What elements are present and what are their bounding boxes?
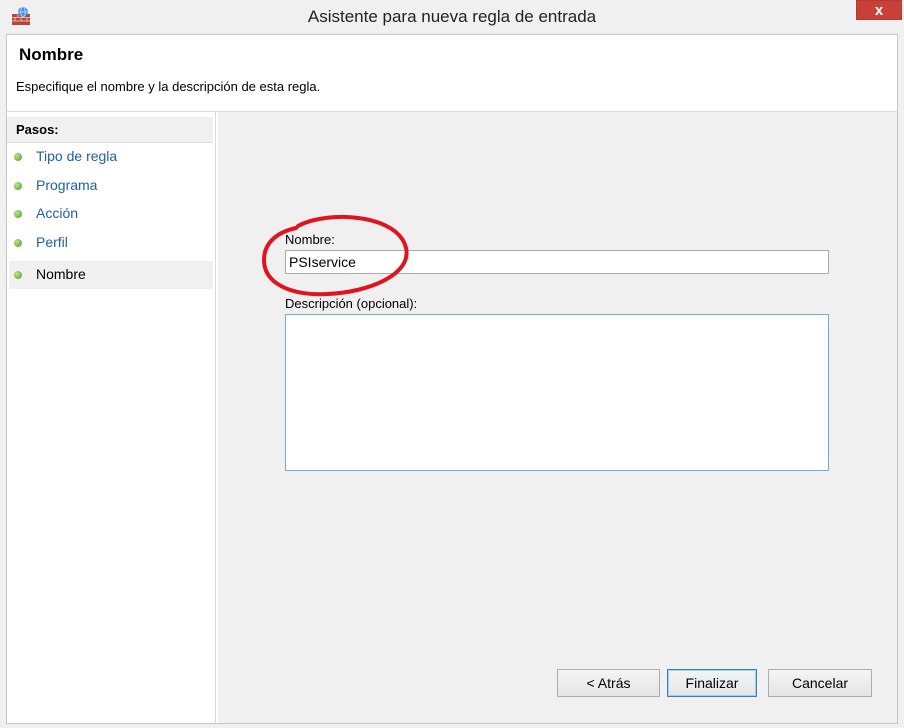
- page-header: Nombre Especifique el nombre y la descri…: [7, 35, 897, 112]
- green-dot-icon: [14, 153, 22, 161]
- step-nombre[interactable]: Nombre: [9, 261, 213, 289]
- steps-sidebar: Pasos: Tipo de regla Programa Acción Per…: [7, 112, 216, 723]
- green-dot-icon: [14, 182, 22, 190]
- step-label: Acción: [36, 205, 79, 221]
- finish-button[interactable]: Finalizar: [667, 669, 757, 697]
- name-label: Nombre:: [285, 232, 335, 247]
- title-bar: Asistente para nueva regla de entrada x: [0, 0, 904, 34]
- cancel-button[interactable]: Cancelar: [768, 669, 872, 697]
- close-button[interactable]: x: [856, 0, 902, 20]
- step-perfil[interactable]: Perfil: [9, 229, 213, 257]
- green-dot-icon: [14, 271, 22, 279]
- steps-title: Pasos:: [7, 117, 213, 143]
- step-tipo-de-regla[interactable]: Tipo de regla: [9, 143, 213, 171]
- step-programa[interactable]: Programa: [9, 172, 213, 200]
- close-icon: x: [874, 2, 884, 19]
- green-dot-icon: [14, 239, 22, 247]
- step-label: Perfil: [36, 234, 68, 250]
- page-description: Especifique el nombre y la descripción d…: [16, 79, 321, 94]
- step-accion[interactable]: Acción: [9, 200, 213, 228]
- name-input[interactable]: [285, 250, 829, 274]
- page-title: Nombre: [19, 45, 84, 64]
- green-dot-icon: [14, 210, 22, 218]
- step-label: Programa: [36, 177, 98, 193]
- description-textarea[interactable]: [285, 314, 829, 471]
- step-label: Tipo de regla: [36, 148, 118, 164]
- back-button[interactable]: < Atrás: [557, 669, 660, 697]
- description-label: Descripción (opcional):: [285, 296, 418, 311]
- step-label: Nombre: [36, 266, 86, 282]
- window-title: Asistente para nueva regla de entrada: [307, 7, 597, 26]
